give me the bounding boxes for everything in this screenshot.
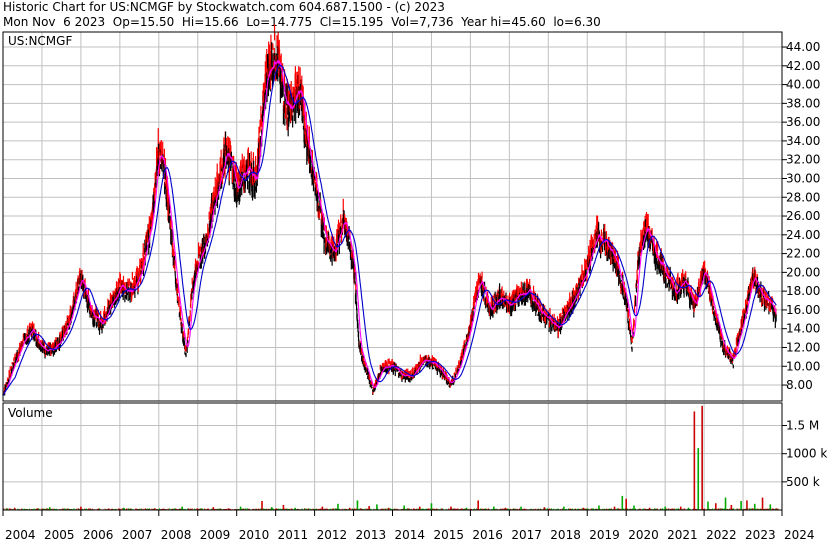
time-axis: 2004 2005 2006 2007 2008 2009 2010 2011 2012 2013… <box>2 510 815 542</box>
year-tick-label: 2005 <box>44 528 75 542</box>
year-tick-label: 2008 <box>161 528 192 542</box>
year-tick-label: 2015 <box>433 528 464 542</box>
volume-tick-label: 1000 k <box>786 447 827 461</box>
volume-panel-title: Volume <box>8 406 53 420</box>
year-tick-label: 2013 <box>356 528 387 542</box>
year-tick-label: 2016 <box>472 528 503 542</box>
year-tick-label: 2020 <box>628 528 659 542</box>
volume-series <box>2 405 779 510</box>
price-tick-label: 20.00 <box>786 265 820 279</box>
volume-tick-label: 500 k <box>786 475 820 489</box>
price-tick-label: 16.00 <box>786 303 820 317</box>
price-series <box>2 24 777 396</box>
year-tick-label: 2019 <box>589 528 620 542</box>
year-tick-label: 2014 <box>395 528 426 542</box>
price-tick-label: 34.00 <box>786 134 820 148</box>
year-tick-label: 2024 <box>784 528 815 542</box>
price-tick-label: 38.00 <box>786 96 820 110</box>
price-panel-title: US:NCMGF <box>8 34 72 48</box>
year-tick-label: 2004 <box>5 528 36 542</box>
price-tick-label: 36.00 <box>786 115 820 129</box>
price-tick-label: 44.00 <box>786 40 820 54</box>
price-tick-label: 8.00 <box>786 378 813 392</box>
year-tick-label: 2012 <box>317 528 348 542</box>
year-tick-label: 2018 <box>550 528 581 542</box>
volume-grid <box>2 403 783 510</box>
year-tick-label: 2009 <box>200 528 231 542</box>
price-tick-label: 30.00 <box>786 171 820 185</box>
year-tick-label: 2023 <box>745 528 776 542</box>
price-tick-label: 32.00 <box>786 153 820 167</box>
price-grid <box>2 32 783 401</box>
price-tick-label: 28.00 <box>786 190 820 204</box>
year-tick-label: 2017 <box>511 528 542 542</box>
price-tick-label: 40.00 <box>786 78 820 92</box>
historic-chart: 44.00 42.00 40.00 38.00 36.00 34.00 32.00 30.00… <box>2 24 827 542</box>
price-tick-label: 42.00 <box>786 59 820 73</box>
year-tick-label: 2021 <box>667 528 698 542</box>
price-tick-label: 26.00 <box>786 209 820 223</box>
price-tick-label: 22.00 <box>786 247 820 261</box>
volume-tick-label: 1.5 M <box>786 419 819 433</box>
price-tick-label: 24.00 <box>786 228 820 242</box>
price-tick-label: 14.00 <box>786 322 820 336</box>
price-tick-label: 10.00 <box>786 359 820 373</box>
year-tick-label: 2022 <box>706 528 737 542</box>
price-tick-label: 18.00 <box>786 284 820 298</box>
year-tick-label: 2011 <box>278 528 309 542</box>
year-tick-label: 2006 <box>83 528 114 542</box>
volume-axis: 1.5 M 1000 k 500 k <box>782 419 827 489</box>
short-moving-average-line <box>2 58 777 396</box>
long-moving-average-line <box>2 63 777 396</box>
year-tick-label: 2010 <box>239 528 270 542</box>
year-tick-label: 2007 <box>122 528 153 542</box>
price-axis: 44.00 42.00 40.00 38.00 36.00 34.00 32.00 30.00… <box>782 40 820 392</box>
price-tick-label: 12.00 <box>786 340 820 354</box>
